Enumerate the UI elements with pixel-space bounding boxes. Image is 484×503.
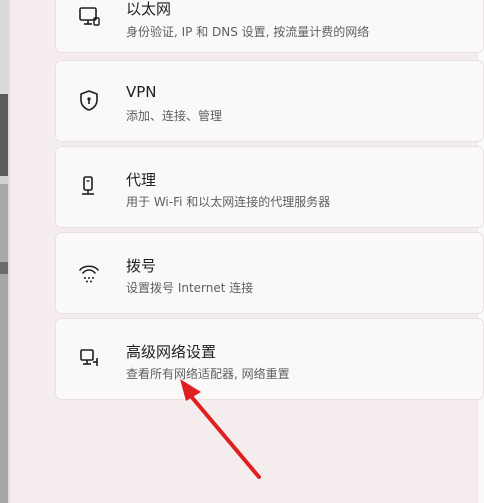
settings-item-title: 代理 — [126, 171, 157, 189]
settings-item-dialup[interactable]: 拨号 设置拨号 Internet 连接 — [55, 232, 484, 314]
settings-item-subtitle: 设置拨号 Internet 连接 — [126, 281, 254, 295]
settings-item-title: 高级网络设置 — [126, 343, 217, 361]
settings-item-subtitle: 添加、连接、管理 — [126, 109, 223, 123]
settings-item-ethernet[interactable]: 以太网 身份验证, IP 和 DNS 设置, 按流量计费的网络 — [55, 0, 484, 53]
settings-item-advanced-network[interactable]: 高级网络设置 查看所有网络适配器, 网络重置 — [55, 318, 484, 400]
network-adapter-icon — [80, 349, 98, 366]
ethernet-icon — [79, 7, 100, 26]
proxy-icon — [82, 176, 94, 195]
settings-item-subtitle: 查看所有网络适配器, 网络重置 — [126, 367, 290, 381]
dialup-icon — [79, 265, 99, 283]
settings-item-proxy[interactable]: 代理 用于 Wi-Fi 和以太网连接的代理服务器 — [55, 146, 484, 228]
settings-item-vpn[interactable]: VPN 添加、连接、管理 — [55, 60, 484, 142]
settings-item-title: VPN — [126, 83, 157, 101]
settings-item-subtitle: 身份验证, IP 和 DNS 设置, 按流量计费的网络 — [126, 25, 370, 39]
background-window-edge — [0, 0, 10, 503]
shield-icon — [80, 90, 98, 111]
settings-item-title: 拨号 — [126, 257, 157, 275]
settings-item-subtitle: 用于 Wi-Fi 和以太网连接的代理服务器 — [126, 195, 331, 209]
settings-item-title: 以太网 — [126, 0, 172, 18]
